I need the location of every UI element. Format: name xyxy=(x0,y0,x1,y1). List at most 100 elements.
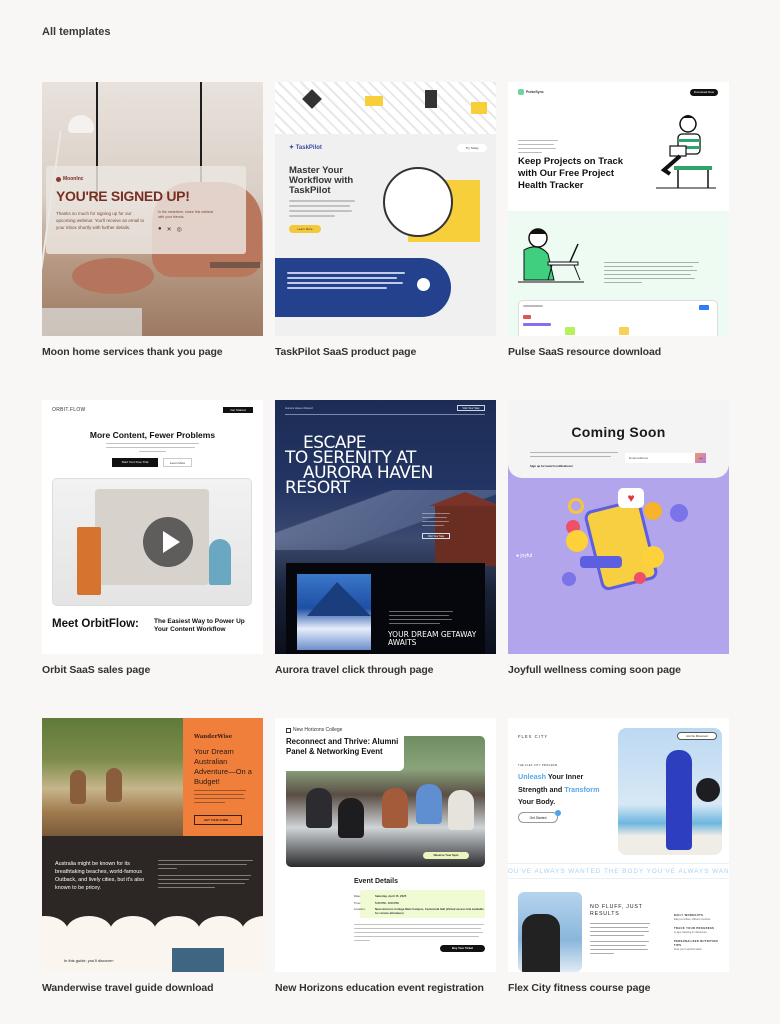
template-card-moon[interactable]: MoonInc YOU'RE SIGNED UP! Thanks so much… xyxy=(42,82,263,358)
decor xyxy=(209,539,231,585)
decor xyxy=(471,102,487,114)
ottoman xyxy=(72,258,154,294)
template-caption[interactable]: Orbit SaaS sales page xyxy=(42,664,263,676)
lightbulb-icon xyxy=(417,278,430,291)
brand-name: New Horizons College xyxy=(293,727,343,733)
video-player xyxy=(52,478,252,606)
template-card-joyful[interactable]: Coming Soon Sign up for launch notificat… xyxy=(508,400,729,676)
brand-name: MoonInc xyxy=(63,176,84,182)
detail-row: Date: Saturday, April 15, 2025 xyxy=(354,894,406,898)
preview-body-placeholder xyxy=(590,923,650,957)
template-thumbnail[interactable]: WanderWise Your Dream Australian Adventu… xyxy=(42,718,263,972)
decor xyxy=(77,527,101,595)
person xyxy=(338,798,364,838)
decor xyxy=(634,572,646,584)
feature-text: Easy-to-follow, efficient routines xyxy=(674,918,711,921)
person xyxy=(416,784,442,824)
template-thumbnail[interactable]: MoonInc YOU'RE SIGNED UP! Thanks so much… xyxy=(42,82,263,336)
side-table xyxy=(210,262,260,268)
template-caption[interactable]: Aurora travel click through page xyxy=(275,664,496,676)
brand-logo: ● joyful xyxy=(516,553,533,559)
headline-line: RESORT xyxy=(285,478,350,498)
headline-highlight: Transform xyxy=(564,784,600,794)
instagram-icon: ◎ xyxy=(176,227,182,233)
template-thumbnail[interactable]: ✦ TaskPilot Try Today Master Your Workfl… xyxy=(275,82,496,336)
reserve-spot-button: Reserve Your Spot xyxy=(423,852,469,859)
template-card-orbit[interactable]: ORBIT.FLOW Get Started More Content, Few… xyxy=(42,400,263,676)
preview-body-placeholder xyxy=(354,924,484,944)
template-card-flex-city[interactable]: FLEX CITY THE FLEX CITY PROGRAM Unleash … xyxy=(508,718,729,994)
preview-headline: YOU'RE SIGNED UP! xyxy=(56,188,190,204)
template-thumbnail[interactable]: PulseSync Download Now Keep Projects on … xyxy=(508,82,729,336)
brand-logo: ✦ TaskPilot xyxy=(289,145,322,151)
template-thumbnail[interactable]: New Horizons College Reconnect and Thriv… xyxy=(275,718,496,972)
detail-value: 5:00 PM - 8:00 PM xyxy=(375,901,399,905)
preview-body-placeholder xyxy=(289,200,355,220)
detail-label: Location: xyxy=(354,907,366,911)
preview-subtitle-placeholder xyxy=(106,443,199,455)
decor xyxy=(110,916,156,946)
template-caption[interactable]: New Horizons education event registratio… xyxy=(275,982,496,994)
feature-title: PERSONALIZED NUTRITION TIPS xyxy=(674,940,718,947)
detail-value: Saturday, April 15, 2025 xyxy=(375,894,407,898)
template-caption[interactable]: Moon home services thank you page xyxy=(42,346,263,358)
join-movement-button: Join the Movement xyxy=(677,732,717,740)
feature-text: Fuel your transformation xyxy=(674,948,703,951)
brand-name: joyful xyxy=(520,553,533,559)
confirmation-panel: MoonInc YOU'RE SIGNED UP! Thanks so much… xyxy=(46,166,246,254)
template-card-new-horizons[interactable]: New Horizons College Reconnect and Thriv… xyxy=(275,718,496,994)
preview-body-placeholder xyxy=(194,790,246,806)
feature-panel: YOUR DREAM GETAWAY AWAITS xyxy=(286,563,485,654)
template-card-aurora[interactable]: Aurora Haven Resort Visit Your Stay ESCA… xyxy=(275,400,496,676)
brand-logo: FLEX CITY xyxy=(518,734,549,739)
dashboard-preview xyxy=(518,300,718,336)
template-card-wanderwise[interactable]: WanderWise Your Dream Australian Adventu… xyxy=(42,718,263,994)
template-caption[interactable]: Joyfull wellness coming soon page xyxy=(508,664,729,676)
detail-label: Date: xyxy=(354,894,361,898)
laughing-emoji-icon xyxy=(566,530,588,552)
get-started-button: Get Started xyxy=(223,407,253,413)
heart-icon: ♥ xyxy=(618,488,644,508)
brand-logo: WanderWise xyxy=(194,734,233,740)
buy-ticket-button: Buy Your Ticket xyxy=(440,945,485,952)
template-card-pulse[interactable]: PulseSync Download Now Keep Projects on … xyxy=(508,82,729,358)
divider xyxy=(285,414,485,415)
laughing-emoji-icon xyxy=(642,546,664,568)
arrow-right-icon: → xyxy=(695,453,706,463)
section-subtitle: The Easiest Way to Power Up Your Content… xyxy=(154,618,245,633)
template-card-taskpilot[interactable]: ✦ TaskPilot Try Today Master Your Workfl… xyxy=(275,82,496,358)
visit-button-secondary: Visit Your Stay xyxy=(422,533,450,539)
preview-headline: ESCAPE TO SERENITY AT AURORA HAVEN RESOR… xyxy=(285,435,485,498)
free-trial-button: Start Your Free Trial xyxy=(112,458,158,467)
brand-name: PulseSync xyxy=(526,90,544,94)
person xyxy=(448,790,474,830)
athlete xyxy=(666,750,692,850)
preview-eyebrow-placeholder xyxy=(518,140,558,156)
medicine-ball xyxy=(696,778,720,802)
brand-logo: MoonInc xyxy=(56,176,236,182)
get-started-button: Get Started xyxy=(518,812,558,823)
template-caption[interactable]: Wanderwise travel guide download xyxy=(42,982,263,994)
template-thumbnail[interactable]: Coming Soon Sign up for launch notificat… xyxy=(508,400,729,654)
learn-more-button: Learn More xyxy=(289,225,321,233)
person xyxy=(382,788,408,828)
decor xyxy=(198,916,244,946)
runner xyxy=(522,914,560,972)
feature-text: In-app tracking & milestones xyxy=(674,931,707,934)
brand-name: Aurora Haven Resort xyxy=(285,406,314,410)
floor-lamp xyxy=(68,115,94,133)
template-caption[interactable]: TaskPilot SaaS product page xyxy=(275,346,496,358)
feature-list: DAILY WORKOUTS Easy-to-follow, efficient … xyxy=(674,914,722,957)
template-caption[interactable]: Flex City fitness course page xyxy=(508,982,729,994)
detail-label: Time: xyxy=(354,901,361,905)
template-thumbnail[interactable]: FLEX CITY THE FLEX CITY PROGRAM Unleash … xyxy=(508,718,729,972)
intro-text: Australia might be known for its breatht… xyxy=(55,861,145,891)
intro-body-placeholder xyxy=(158,860,253,891)
template-caption[interactable]: Pulse SaaS resource download xyxy=(508,346,729,358)
preview-headline: Reconnect and Thrive: Alumni Panel & Net… xyxy=(286,737,399,756)
template-thumbnail[interactable]: Aurora Haven Resort Visit Your Stay ESCA… xyxy=(275,400,496,654)
arrow-icon xyxy=(555,810,561,816)
moon-logo-icon xyxy=(56,176,61,182)
person xyxy=(306,788,332,828)
template-thumbnail[interactable]: ORBIT.FLOW Get Started More Content, Few… xyxy=(42,400,263,654)
